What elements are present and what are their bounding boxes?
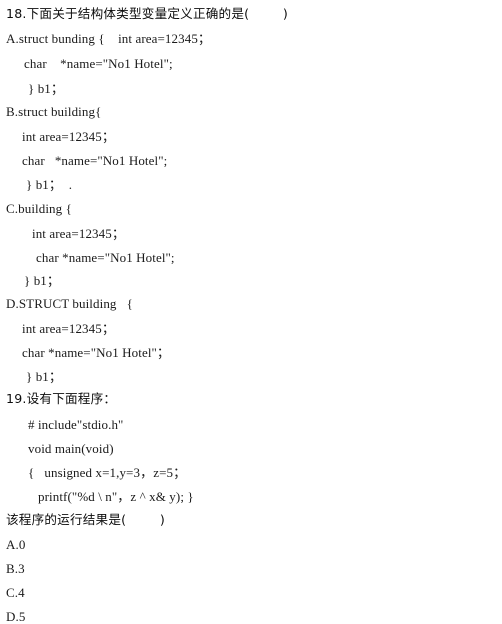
question-18-option-c-line-3: char *name="No1 Hotel"; xyxy=(36,250,175,265)
question-18-option-c-line-2: int area=12345； xyxy=(32,226,125,241)
question-19-stem: 19.设有下面程序： xyxy=(6,391,117,406)
question-18-option-a-line-2: char *name="No1 Hotel"; xyxy=(24,56,173,71)
question-18-option-a-line-3: } b1； xyxy=(28,81,64,96)
question-18-option-d-line-4: } b1； xyxy=(26,369,62,384)
question-19-option-a: A.0 xyxy=(6,537,26,552)
question-19-code-line-2: void main(void) xyxy=(28,441,114,456)
question-18-option-b-line-1: B.struct building{ xyxy=(6,104,102,119)
question-18-option-b-line-4: } b1； . xyxy=(26,177,73,192)
question-18-option-d-line-1: D.STRUCT building { xyxy=(6,296,133,311)
question-18-option-c-line-4: } b1； xyxy=(24,273,60,288)
question-19-code-line-1: # include"stdio.h" xyxy=(28,417,124,432)
question-18-option-d-line-2: int area=12345； xyxy=(22,321,115,336)
question-19-code-line-3: { unsigned x=1,y=3，z=5； xyxy=(28,465,187,480)
question-18-option-c-line-1: C.building { xyxy=(6,201,72,216)
question-18-option-b-line-3: char *name="No1 Hotel"; xyxy=(22,153,168,168)
question-18-option-a-line-1: A.struct bunding { int area=12345； xyxy=(6,31,212,46)
scanned-exam-page: 18.下面关于结构体类型变量定义正确的是( ) A.struct bunding… xyxy=(0,0,502,624)
question-18-option-b-line-2: int area=12345； xyxy=(22,129,115,144)
question-19-result-prompt: 该程序的运行结果是( ) xyxy=(6,512,165,527)
question-19-option-c: C.4 xyxy=(6,585,25,600)
question-19-option-b: B.3 xyxy=(6,561,25,576)
question-18-stem: 18.下面关于结构体类型变量定义正确的是( ) xyxy=(6,6,288,21)
question-18-option-d-line-3: char *name="No1 Hotel"； xyxy=(22,345,171,360)
question-19-code-line-4: printf("%d \ n"，z ^ x& y); } xyxy=(38,489,194,504)
